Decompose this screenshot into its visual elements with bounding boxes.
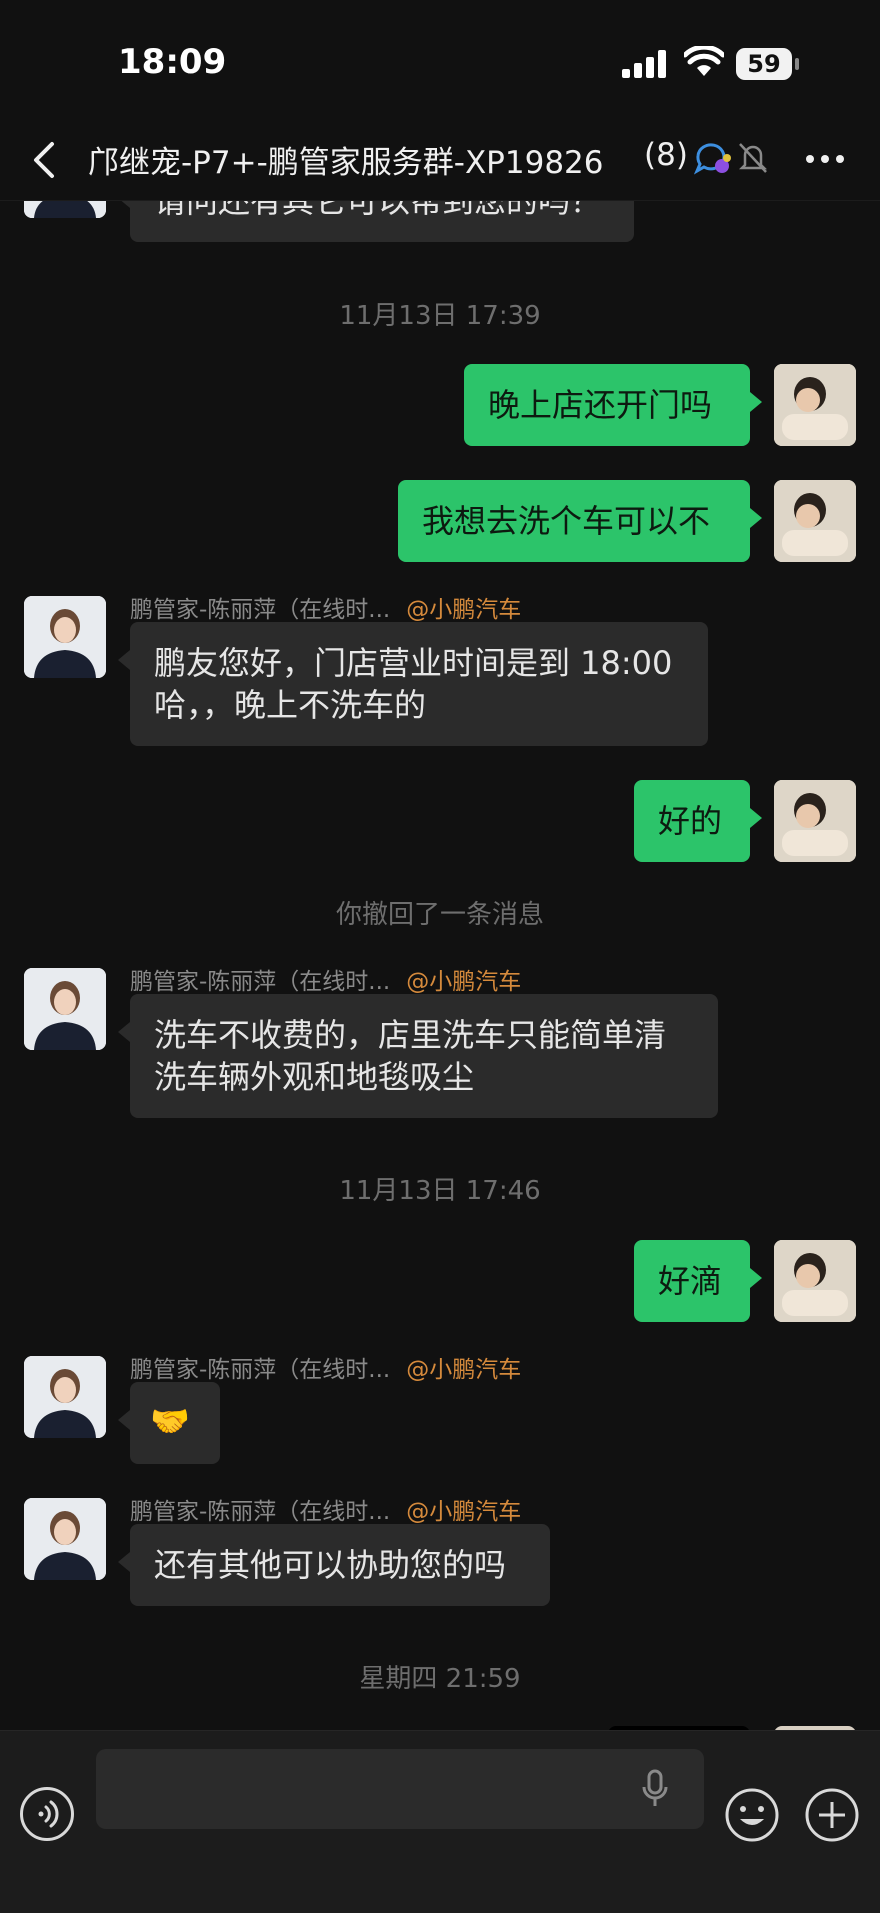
time-separator: 11月13日 17:39	[339, 301, 541, 331]
sender-tag: @小鹏汽车	[406, 1499, 522, 1525]
message-bubble[interactable]: 还有其他可以协助您的吗	[118, 1524, 550, 1606]
message-list[interactable]: 请问还有其它可以帮到您的吗？ 11月13日 17:39 晚上店还开门吗 我想去洗…	[0, 0, 880, 1730]
plus-icon[interactable]	[804, 1787, 860, 1843]
my-avatar[interactable]	[774, 780, 856, 862]
message-bubble[interactable]: 鹏友您好，门店营业时间是到 18:00 哈，，晚上不洗车的	[118, 622, 708, 746]
sender-name: 鹏管家-陈丽萍（在线时... @小鹏汽车	[130, 1357, 522, 1383]
message-text: 我想去洗个车可以不	[422, 502, 711, 540]
sender-tag: @小鹏汽车	[406, 1357, 522, 1383]
sender-tag: @小鹏汽车	[406, 597, 522, 623]
handshake-emoji: 🤝	[150, 1402, 190, 1440]
agent-avatar[interactable]	[24, 1356, 106, 1438]
microphone-icon[interactable]	[640, 1767, 670, 1811]
member-count: (8)	[644, 137, 688, 173]
message-text: 还有其他可以协助您的吗	[154, 1546, 507, 1584]
emoji-icon[interactable]	[724, 1787, 780, 1843]
back-icon[interactable]	[26, 138, 66, 182]
agent-avatar[interactable]	[24, 596, 106, 678]
my-avatar[interactable]	[774, 480, 856, 562]
input-bar	[0, 1730, 880, 1913]
message-text: 晚上店还开门吗	[488, 386, 713, 424]
message-bubble[interactable]: 我想去洗个车可以不	[398, 480, 762, 562]
chat-header: 邝继宠-P7+-鹏管家服务群-XP19826 (8)	[0, 120, 880, 201]
more-icon[interactable]	[800, 144, 850, 174]
message-bubble[interactable]: 晚上店还开门吗	[464, 364, 762, 446]
message-bubble[interactable]: 好的	[634, 780, 762, 862]
my-avatar[interactable]	[774, 364, 856, 446]
message-text: 哈，，晚上不洗车的	[154, 686, 427, 724]
message-text: 洗车不收费的，店里洗车只能简单清	[154, 1016, 667, 1054]
time-separator: 星期四 21:59	[359, 1664, 521, 1694]
message-bubble[interactable]: 洗车不收费的，店里洗车只能简单清 洗车辆外观和地毯吸尘	[118, 994, 718, 1118]
message-bubble[interactable]: 🤝	[118, 1382, 220, 1464]
sender-name: 鹏管家-陈丽萍（在线时... @小鹏汽车	[130, 969, 522, 995]
message-bubble[interactable]: 好滴	[634, 1240, 762, 1322]
time-separator: 11月13日 17:46	[339, 1176, 541, 1206]
message-text: 洗车辆外观和地毯吸尘	[154, 1058, 475, 1096]
sender-tag: @小鹏汽车	[406, 969, 522, 995]
sender-name: 鹏管家-陈丽萍（在线时... @小鹏汽车	[130, 1499, 522, 1525]
bell-muted-icon	[738, 143, 768, 173]
message-text: 好滴	[658, 1262, 723, 1300]
my-avatar[interactable]	[774, 1240, 856, 1322]
message-text: 好的	[658, 802, 723, 840]
sender-name: 鹏管家-陈丽萍（在线时... @小鹏汽车	[130, 597, 522, 623]
agent-avatar[interactable]	[24, 968, 106, 1050]
chat-bubbles-icon	[694, 143, 731, 175]
chat-title[interactable]: 邝继宠-P7+-鹏管家服务群-XP19826	[88, 137, 604, 182]
voice-icon[interactable]	[20, 1787, 74, 1841]
recall-notice: 你撤回了一条消息	[335, 900, 544, 930]
message-input[interactable]	[96, 1749, 704, 1829]
agent-avatar[interactable]	[24, 1498, 106, 1580]
message-text: 鹏友您好，门店营业时间是到 18:00	[154, 644, 673, 682]
